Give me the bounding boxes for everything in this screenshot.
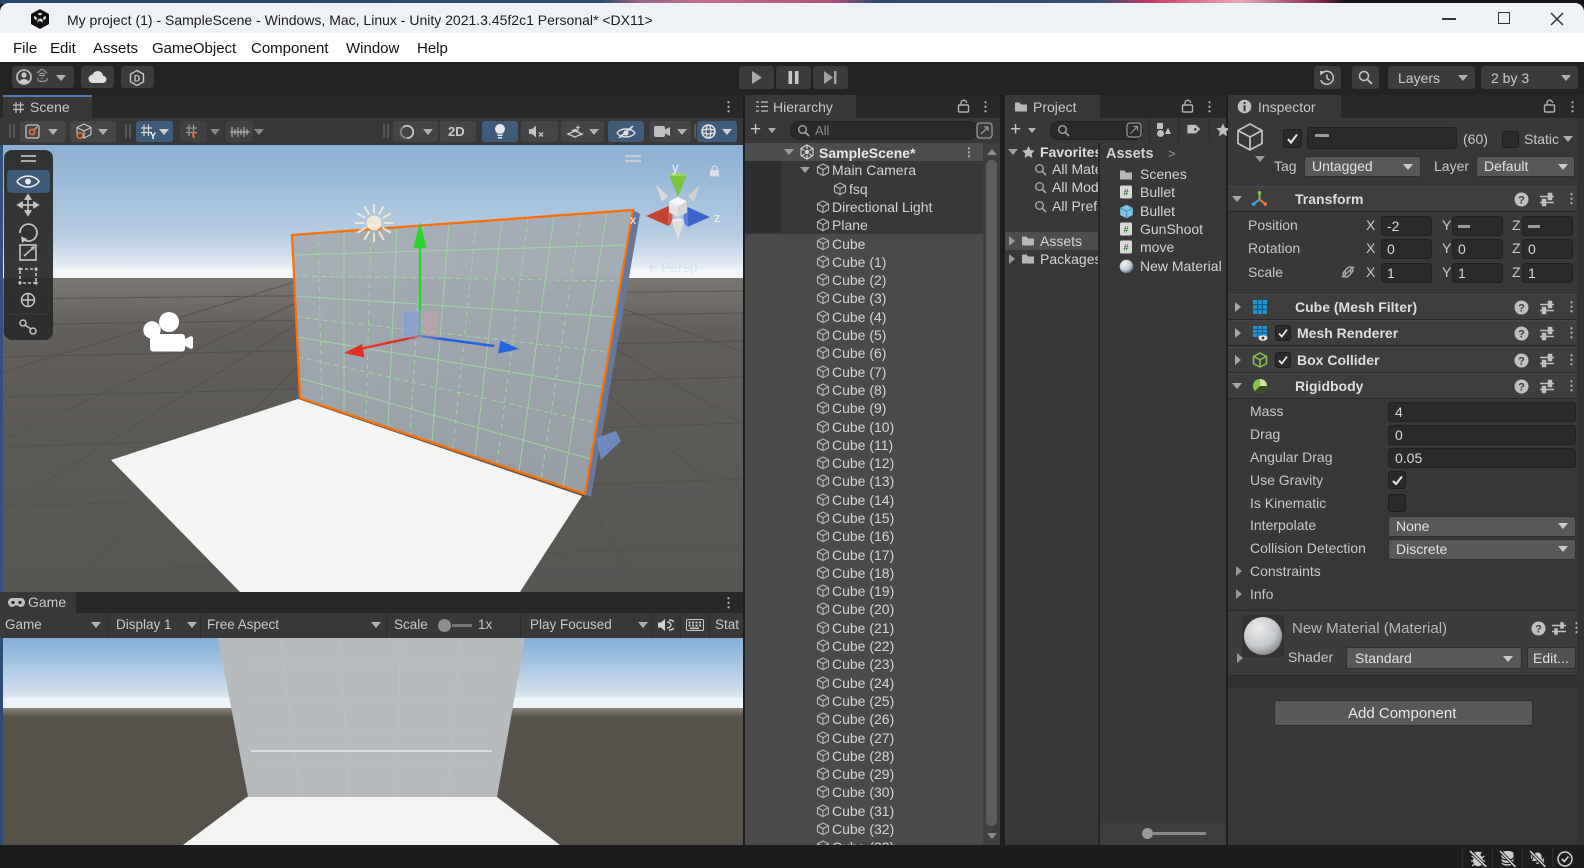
- svg-text:?: ?: [1518, 329, 1525, 341]
- svg-text:?: ?: [1518, 303, 1525, 315]
- svg-text:D: D: [134, 74, 141, 84]
- svg-text:?: ?: [1535, 624, 1542, 636]
- svg-text:z: z: [714, 210, 721, 225]
- svg-text:x: x: [630, 213, 636, 227]
- svg-text:?: ?: [1518, 382, 1525, 394]
- svg-text:Persp: Persp: [661, 259, 698, 275]
- svg-text:?: ?: [1518, 195, 1525, 207]
- svg-text:Y: Y: [150, 131, 156, 140]
- svg-text:y: y: [672, 160, 679, 175]
- svg-text:?: ?: [1518, 356, 1525, 368]
